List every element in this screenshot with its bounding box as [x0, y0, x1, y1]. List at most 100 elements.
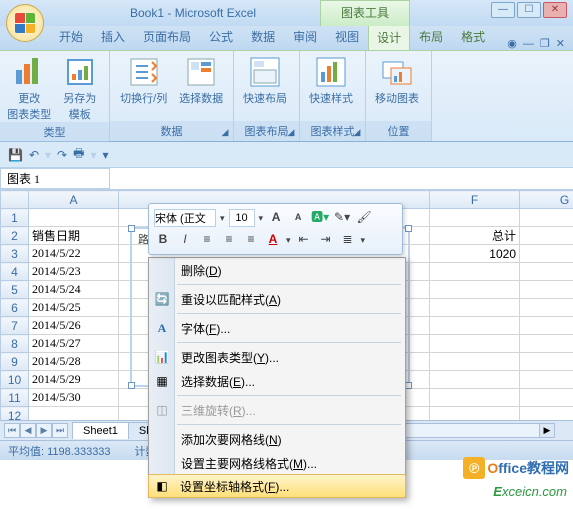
tab-format[interactable]: 格式 [452, 23, 494, 50]
blank-icon [153, 261, 171, 279]
align-center-button[interactable]: ≡ [220, 231, 238, 249]
row-header[interactable]: 6 [1, 299, 29, 317]
tab-page-layout[interactable]: 页面布局 [134, 23, 200, 50]
row-header[interactable]: 9 [1, 353, 29, 371]
menu-item-change-chart-type[interactable]: 📊更改图表类型(Y)... [149, 345, 405, 369]
align-right-button[interactable]: ≡ [242, 231, 260, 249]
col-header-G[interactable]: G [520, 191, 573, 209]
chart-icon: 📊 [153, 348, 171, 366]
office-button[interactable] [6, 4, 44, 42]
row-header[interactable]: 4 [1, 263, 29, 281]
sheet-nav-last[interactable]: ⏭ [52, 423, 68, 438]
row-header[interactable]: 3 [1, 245, 29, 263]
col-header-A[interactable]: A [29, 191, 119, 209]
shrink-font-icon[interactable]: A [289, 209, 307, 227]
window-title: Book1 - Microsoft Excel [130, 6, 256, 20]
qat-redo-button[interactable]: ↷ [57, 148, 67, 162]
data-icon: ▦ [153, 372, 171, 390]
format-painter-icon[interactable]: 🖌 [355, 209, 373, 227]
move-chart-icon [381, 56, 413, 88]
tab-layout[interactable]: 布局 [410, 23, 452, 50]
mdi-close-button[interactable]: ✕ [556, 37, 565, 50]
ribbon: 更改 图表类型 另存为 模板 类型 切换行/列 选择数据 数据 ◢ [0, 50, 573, 142]
name-box[interactable] [0, 168, 110, 189]
menu-item-rotate-3d: ◫三维旋转(R)... [149, 398, 405, 422]
contextual-tab-title: 图表工具 [320, 0, 410, 26]
menu-item-major-gridlines-format[interactable]: 设置主要网格线格式(M)... [149, 451, 405, 475]
save-as-template-button[interactable]: 另存为 模板 [57, 54, 104, 122]
watermark-excelcn: Exceicn.com [493, 484, 567, 499]
tab-data[interactable]: 数据 [242, 23, 284, 50]
bullets-button[interactable]: ≣ [339, 231, 357, 249]
change-chart-type-button[interactable]: 更改 图表类型 [6, 54, 53, 122]
qat-print-button[interactable]: 🖶 [73, 144, 84, 165]
formula-bar[interactable] [110, 168, 573, 189]
tab-view[interactable]: 视图 [326, 23, 368, 50]
menu-item-select-data[interactable]: ▦选择数据(E)... [149, 369, 405, 393]
tab-home[interactable]: 开始 [50, 23, 92, 50]
menu-item-axis-format[interactable]: ◧设置坐标轴格式(F)... [148, 474, 406, 498]
group-type: 更改 图表类型 另存为 模板 类型 [0, 51, 110, 141]
maximize-button[interactable]: ☐ [517, 2, 541, 18]
help-icon[interactable]: ◉ [507, 37, 517, 50]
group-chart-layouts: 快速布局 图表布局 ◢ [234, 51, 300, 141]
qat-customize-button[interactable]: ▾ [102, 148, 108, 162]
tab-design[interactable]: 设计 [368, 24, 410, 50]
move-chart-button[interactable]: 移动图表 [372, 54, 422, 106]
italic-button[interactable]: I [176, 231, 194, 249]
increase-indent-button[interactable]: ⇥ [317, 231, 335, 249]
context-menu: 删除(D) 🔄重设以匹配样式(A) A字体(F)... 📊更改图表类型(Y)...▦选… [148, 257, 406, 498]
row-header[interactable]: 10 [1, 371, 29, 389]
mini-font-name[interactable] [154, 209, 216, 227]
layout-icon [249, 56, 281, 88]
row-header[interactable]: 1 [1, 209, 29, 227]
qat-save-button[interactable]: 💾 [8, 148, 23, 162]
switch-icon [128, 56, 160, 88]
align-left-button[interactable]: ≡ [198, 231, 216, 249]
row-header[interactable]: 12 [1, 407, 29, 421]
font-style-dropdown[interactable]: 🅰▾ [311, 209, 329, 227]
sheet-tab-sheet1[interactable]: Sheet1 [72, 422, 129, 439]
quick-style-button[interactable]: 快速样式 [306, 54, 356, 106]
row-header[interactable]: 5 [1, 281, 29, 299]
style-icon [315, 56, 347, 88]
row-header[interactable]: 8 [1, 335, 29, 353]
tab-formulas[interactable]: 公式 [200, 23, 242, 50]
qat-undo-button[interactable]: ↶ [29, 148, 39, 162]
decrease-indent-button[interactable]: ⇤ [295, 231, 313, 249]
mini-font-size[interactable] [229, 209, 255, 227]
tab-review[interactable]: 审阅 [284, 23, 326, 50]
row-header[interactable]: 11 [1, 389, 29, 407]
mdi-restore-button[interactable]: ❐ [540, 37, 550, 50]
row-header[interactable]: 2 [1, 227, 29, 245]
mdi-minimize-button[interactable]: — [523, 38, 534, 50]
fill-color-dropdown[interactable]: ✎▾ [333, 209, 351, 227]
grow-font-icon[interactable]: A [267, 209, 285, 227]
layout-dialog-launcher[interactable]: ◢ [285, 127, 297, 139]
sheet-nav-prev[interactable]: ◀ [20, 423, 36, 438]
select-data-button[interactable]: 选择数据 [175, 54, 227, 106]
group-chart-styles: 快速样式 图表样式 ◢ [300, 51, 366, 141]
menu-item-font[interactable]: A字体(F)... [149, 316, 405, 340]
close-button[interactable]: ✕ [543, 2, 567, 18]
select-data-icon [185, 56, 217, 88]
data-dialog-launcher[interactable]: ◢ [219, 127, 231, 139]
select-all-corner[interactable] [1, 191, 29, 209]
sheet-nav-first[interactable]: ⏮ [4, 423, 20, 438]
tab-insert[interactable]: 插入 [92, 23, 134, 50]
quick-layout-button[interactable]: 快速布局 [240, 54, 290, 106]
sheet-nav-next[interactable]: ▶ [36, 423, 52, 438]
menu-item-reset-match-style[interactable]: 🔄重设以匹配样式(A) [149, 287, 405, 311]
switch-row-column-button[interactable]: 切换行/列 [116, 54, 171, 106]
style-dialog-launcher[interactable]: ◢ [351, 127, 363, 139]
col-header-F[interactable]: F [430, 191, 520, 209]
bar-chart-icon [13, 56, 45, 88]
watermark-office-tutorial: ℗Office教程网 [463, 457, 569, 479]
font-color-button[interactable]: A [264, 231, 282, 249]
minimize-button[interactable]: — [491, 2, 515, 18]
menu-item-delete[interactable]: 删除(D) [149, 258, 405, 282]
row-header[interactable]: 7 [1, 317, 29, 335]
blank-icon [153, 454, 171, 472]
menu-item-add-minor-gridlines[interactable]: 添加次要网格线(N) [149, 427, 405, 451]
bold-button[interactable]: B [154, 231, 172, 249]
